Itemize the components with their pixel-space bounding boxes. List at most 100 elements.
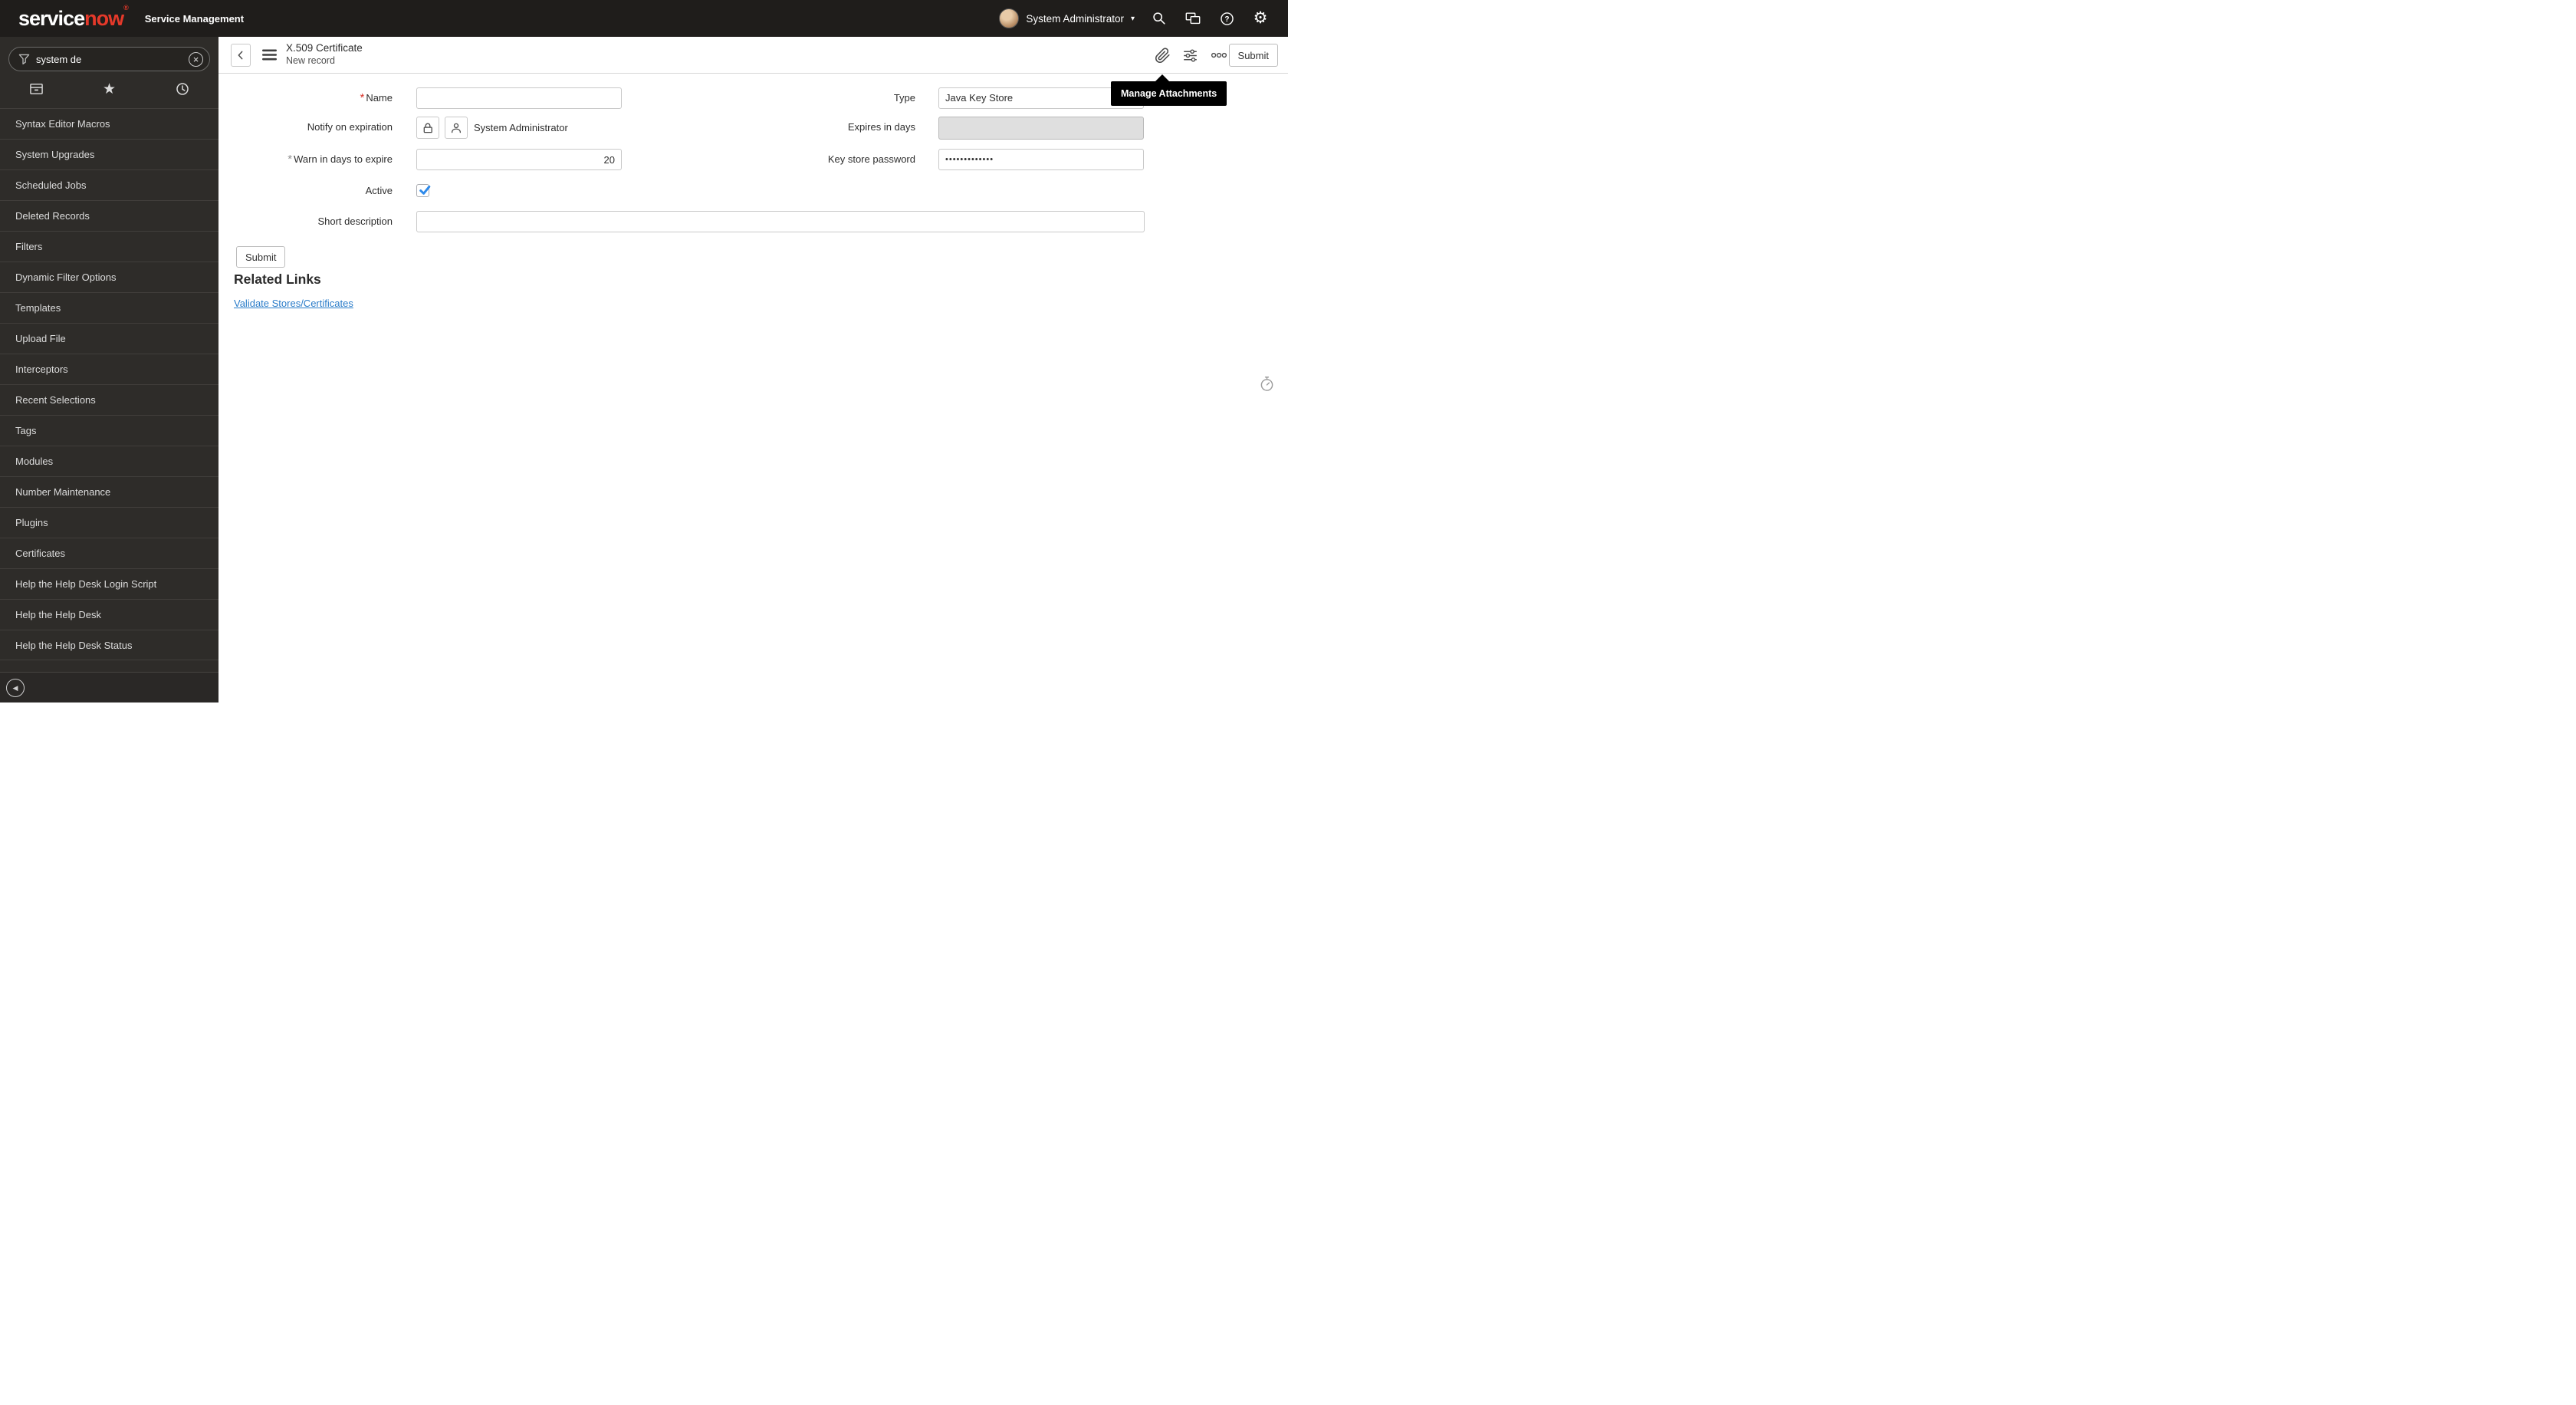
sidebar-item[interactable]: Interceptors (0, 354, 219, 384)
sidebar-item[interactable]: System Upgrades (0, 139, 219, 169)
sidebar-item[interactable]: Deleted Records (0, 200, 219, 231)
manage-attachments-button[interactable] (1154, 47, 1171, 64)
required-marker: * (360, 91, 365, 104)
key-store-password-input[interactable] (938, 149, 1144, 170)
sidebar-item[interactable]: Help the Help Desk Login Script (0, 568, 219, 599)
submit-button-form[interactable]: Submit (236, 246, 286, 268)
page-title: X.509 Certificate (286, 42, 363, 54)
sidebar-item[interactable]: Number Maintenance (0, 476, 219, 507)
sidebar-item[interactable]: Tags (0, 415, 219, 446)
header-right-controls: System Administrator ▾ ? ⚙ (999, 8, 1270, 28)
avatar (999, 8, 1020, 28)
sidebar-footer: ◀ (0, 672, 219, 702)
sidebar-item[interactable]: Help the Help Desk (0, 599, 219, 630)
user-menu[interactable]: System Administrator ▾ (999, 8, 1135, 28)
logo-now-text: now (84, 7, 124, 30)
record-title-block: X.509 Certificate New record (286, 42, 363, 67)
svg-text:?: ? (1224, 15, 1229, 24)
notify-on-expiration-value: System Administrator (474, 122, 568, 133)
context-menu-button[interactable] (262, 49, 277, 61)
navigator-tabs: ★ (0, 71, 219, 107)
connect-screens-icon (1185, 12, 1201, 25)
top-header: servicenow® Service Management System Ad… (0, 0, 1288, 37)
applications-box-icon (30, 84, 43, 94)
help-button[interactable]: ? (1217, 9, 1236, 28)
person-icon (451, 123, 462, 133)
record-header-actions: Submit (219, 37, 1288, 74)
sidebar-item[interactable]: Upload File (0, 323, 219, 354)
clock-icon (176, 83, 189, 95)
tab-history[interactable] (146, 71, 219, 107)
app-window: servicenow® Service Management System Ad… (0, 0, 1288, 702)
submit-button-header[interactable]: Submit (1228, 44, 1278, 67)
connect-chat-button[interactable] (1184, 9, 1202, 28)
main-content: X.509 Certificate New record Submit Mana… (219, 37, 1288, 702)
checkmark-icon (419, 185, 431, 195)
chevron-down-icon: ▾ (1130, 14, 1135, 23)
back-chevron-icon (238, 51, 243, 59)
search-icon (1153, 12, 1165, 25)
sidebar-item[interactable]: Scheduled Jobs (0, 169, 219, 200)
record-header: X.509 Certificate New record Submit (219, 37, 1288, 74)
tab-all-applications[interactable] (0, 71, 73, 107)
notify-on-expiration-label: Notify on expiration (307, 121, 393, 133)
sidebar-item[interactable]: Dynamic Filter Options (0, 262, 219, 292)
sidebar-item[interactable]: Filters (0, 231, 219, 262)
sidebar-item[interactable]: Modules (0, 446, 219, 476)
type-selected-value: Java Key Store (945, 92, 1014, 104)
response-time-button[interactable] (1260, 376, 1274, 394)
sidebar-item[interactable]: Syntax Editor Macros (0, 108, 219, 139)
collapse-arrow-icon: ◀ (12, 683, 18, 692)
expires-in-days-label: Expires in days (847, 121, 915, 133)
more-options-icon (1211, 52, 1227, 58)
sidebar-item[interactable]: Templates (0, 292, 219, 323)
filter-input[interactable] (36, 53, 189, 65)
expires-in-days-input (938, 117, 1144, 140)
tab-favorites[interactable]: ★ (73, 71, 146, 107)
sidebar-item[interactable]: Plugins (0, 507, 219, 538)
sliders-icon (1183, 48, 1197, 62)
unlock-field-button[interactable] (416, 117, 439, 139)
hamburger-menu-icon (262, 49, 277, 61)
more-options-button[interactable] (1211, 47, 1227, 64)
navigator-filter: × (8, 47, 210, 71)
clear-filter-button[interactable]: × (189, 51, 203, 67)
active-label: Active (365, 185, 393, 196)
validate-stores-certificates-link[interactable]: Validate Stores/Certificates (234, 298, 353, 309)
sidebar-item[interactable]: Help the Help Desk Status (0, 630, 219, 660)
user-name: System Administrator (1026, 12, 1124, 25)
servicenow-logo[interactable]: servicenow® (18, 0, 129, 37)
warn-in-days-input[interactable] (416, 149, 622, 170)
product-label: Service Management (144, 12, 245, 25)
manage-attachments-tooltip: Manage Attachments (1111, 74, 1227, 106)
logo-service-text: service (18, 7, 85, 30)
lookup-user-button[interactable] (445, 117, 468, 139)
active-checkbox[interactable] (416, 184, 431, 197)
logo-registered-mark: ® (123, 4, 129, 12)
back-button[interactable] (231, 43, 251, 67)
star-icon: ★ (102, 81, 117, 97)
sidebar-item[interactable]: Recent Selections (0, 384, 219, 415)
short-description-input[interactable] (416, 211, 1145, 232)
paperclip-icon (1155, 47, 1170, 63)
sidebar-menu: Syntax Editor Macros System Upgrades Sched… (0, 108, 219, 660)
collapse-navigator-button[interactable]: ◀ (6, 678, 25, 697)
type-label: Type (893, 92, 915, 104)
name-input[interactable] (416, 87, 622, 109)
lock-icon (423, 123, 432, 133)
global-search-button[interactable] (1150, 9, 1168, 28)
key-store-password-label: Key store password (827, 153, 915, 165)
gear-icon: ⚙ (1253, 9, 1268, 27)
sidebar-item[interactable]: Certificates (0, 538, 219, 568)
name-label: * Name (360, 91, 393, 104)
filter-funnel-icon (18, 54, 30, 64)
record-form: *Name Type Java Key Store ▾ Notify on ex… (219, 74, 1288, 702)
required-marker-filled: * (288, 153, 293, 166)
clear-icon: × (192, 53, 199, 65)
personalize-form-button[interactable] (1181, 47, 1198, 64)
application-navigator: × ★ Syntax Editor MacrosSystem UpgradesS… (0, 37, 219, 702)
short-description-label: Short description (317, 216, 393, 227)
related-links-title: Related Links (234, 271, 321, 287)
settings-button[interactable]: ⚙ (1251, 9, 1270, 28)
page-subtitle: New record (286, 55, 335, 67)
